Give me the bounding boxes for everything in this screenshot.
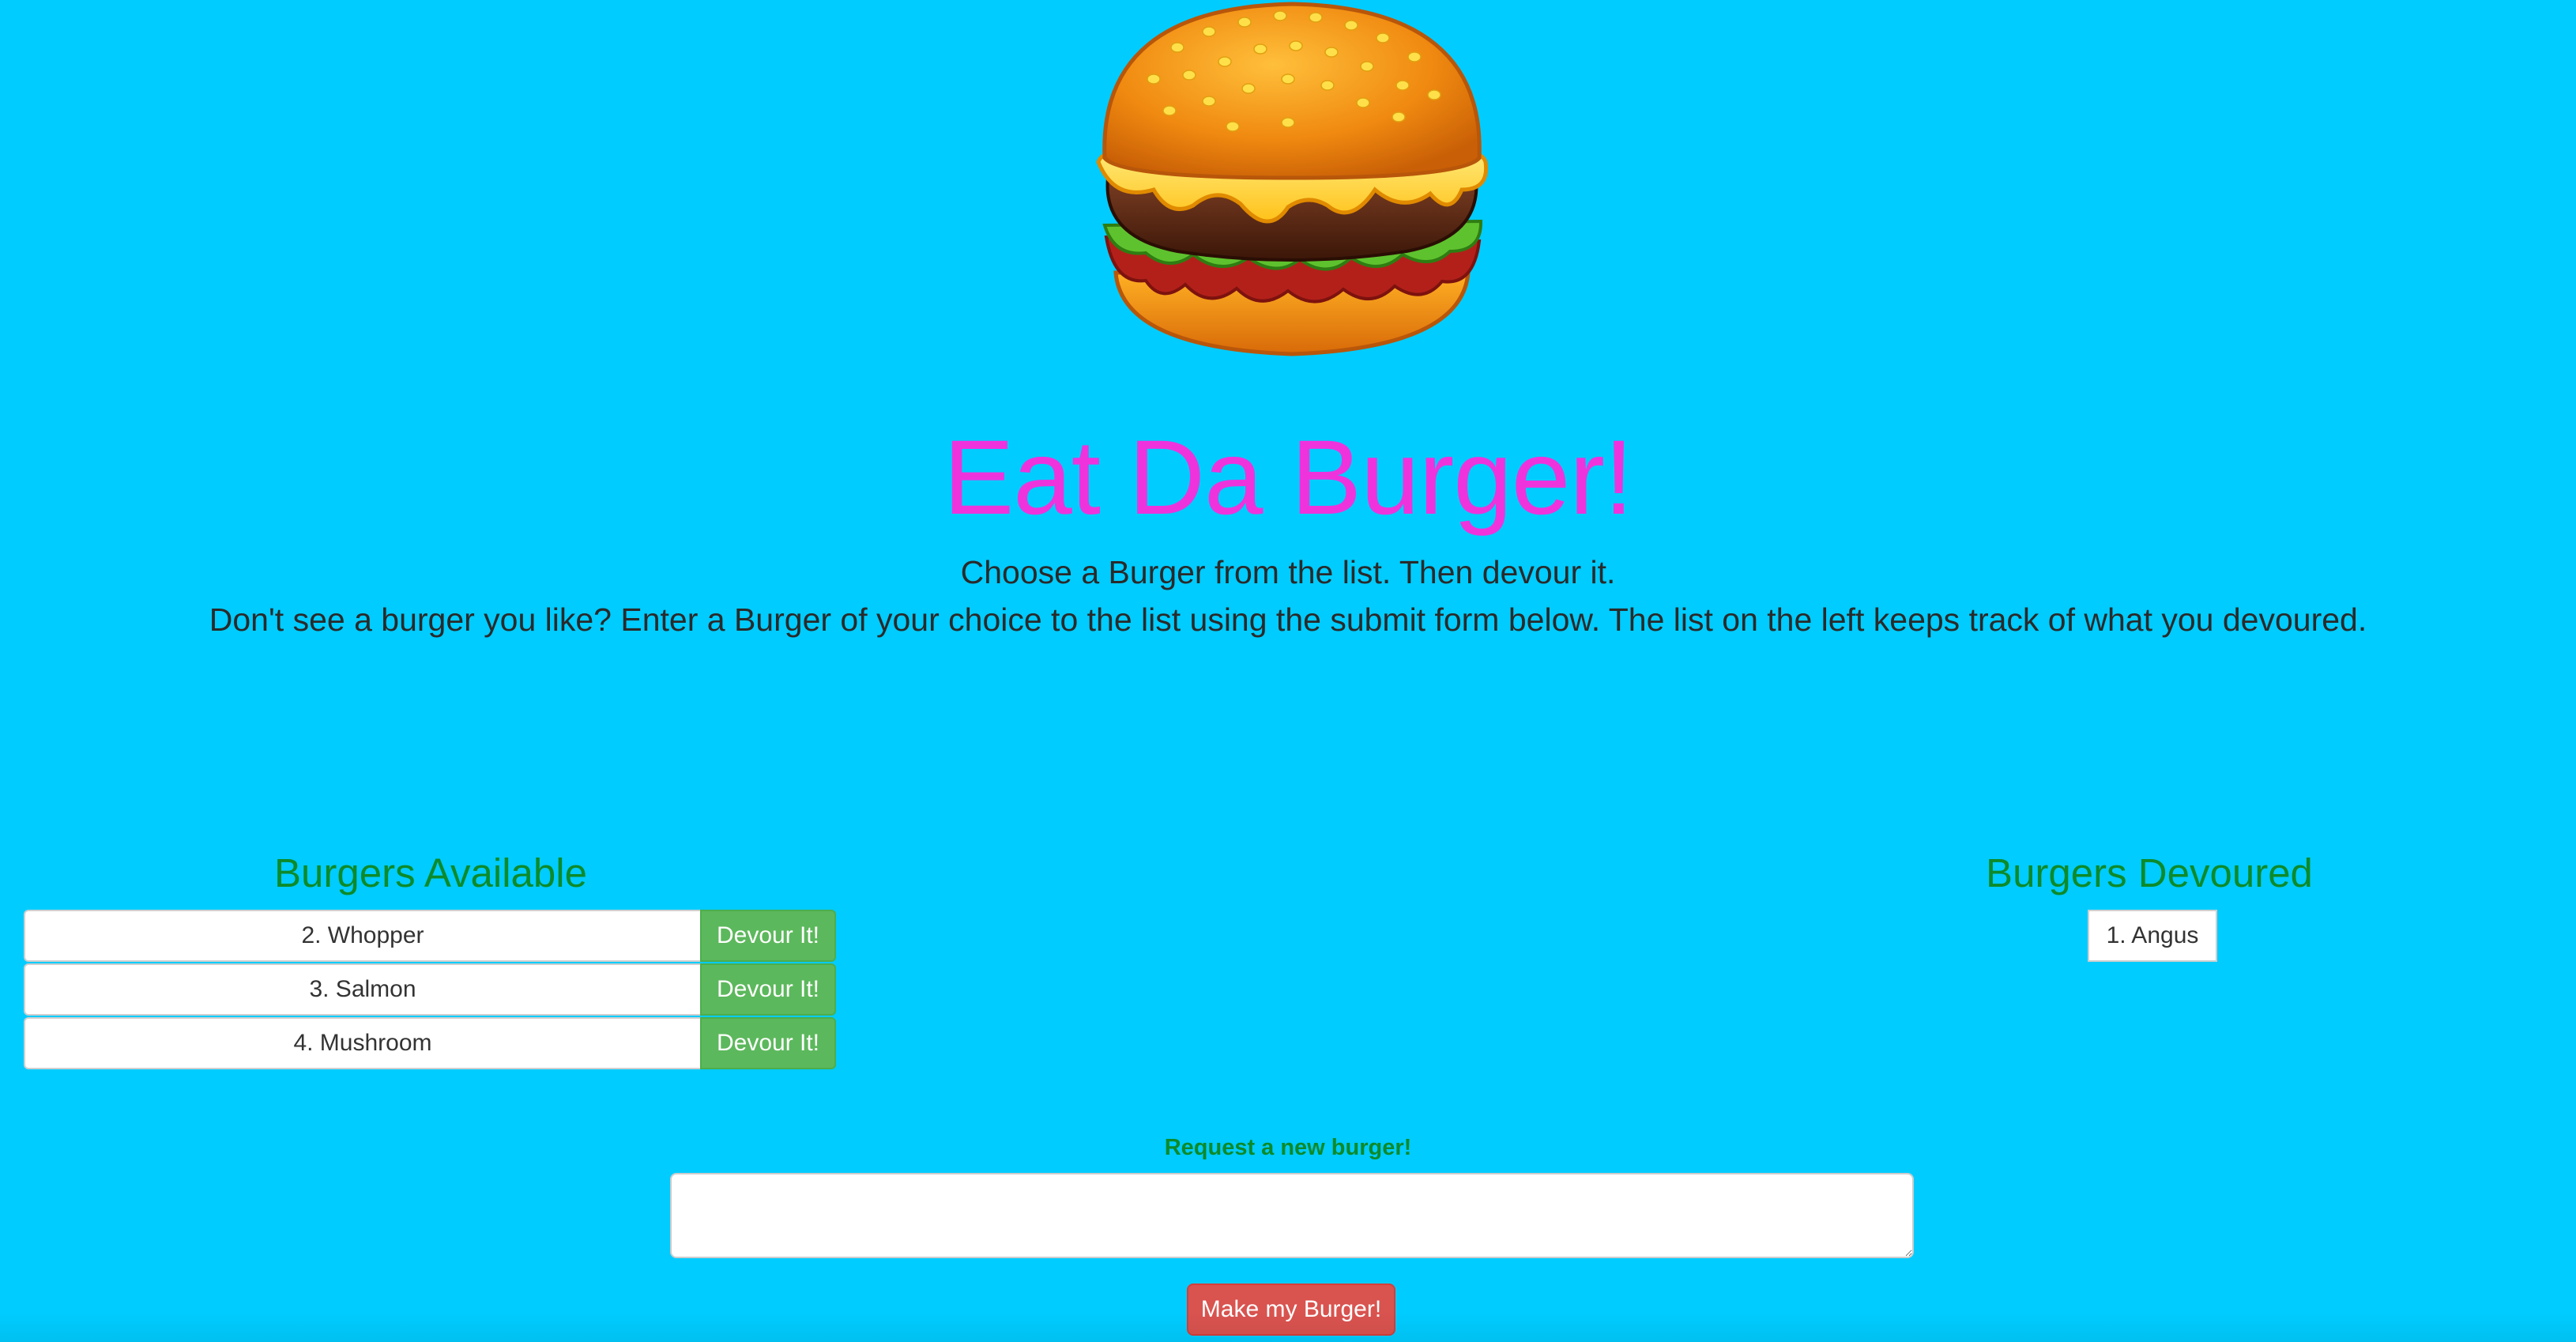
page-instructions: Don't see a burger you like? Enter a Bur… <box>209 601 2367 638</box>
available-heading: Burgers Available <box>274 850 587 895</box>
burger-name: 4. Mushroom <box>24 1017 700 1069</box>
burger-icon <box>1096 2 1489 356</box>
burger-name: 3. Salmon <box>24 963 700 1016</box>
devoured-heading: Burgers Devoured <box>1986 850 2313 895</box>
burger-textarea[interactable] <box>670 1173 1914 1258</box>
burger-name: 2. Whopper <box>24 910 700 962</box>
page-title: Eat Da Burger! <box>943 419 1633 537</box>
devour-button[interactable]: Devour It! <box>700 963 836 1016</box>
devoured-item: 1. Angus <box>2088 910 2217 962</box>
devour-button[interactable]: Devour It! <box>700 1017 836 1069</box>
available-row: 3. Salmon Devour It! <box>24 963 836 1016</box>
make-burger-button[interactable]: Make my Burger! <box>1187 1284 1395 1336</box>
page-subtitle: Choose a Burger from the list. Then devo… <box>960 554 1616 590</box>
request-label: Request a new burger! <box>1164 1135 1412 1160</box>
devour-button[interactable]: Devour It! <box>700 910 836 962</box>
available-row: 2. Whopper Devour It! <box>24 910 836 962</box>
available-row: 4. Mushroom Devour It! <box>24 1017 836 1069</box>
